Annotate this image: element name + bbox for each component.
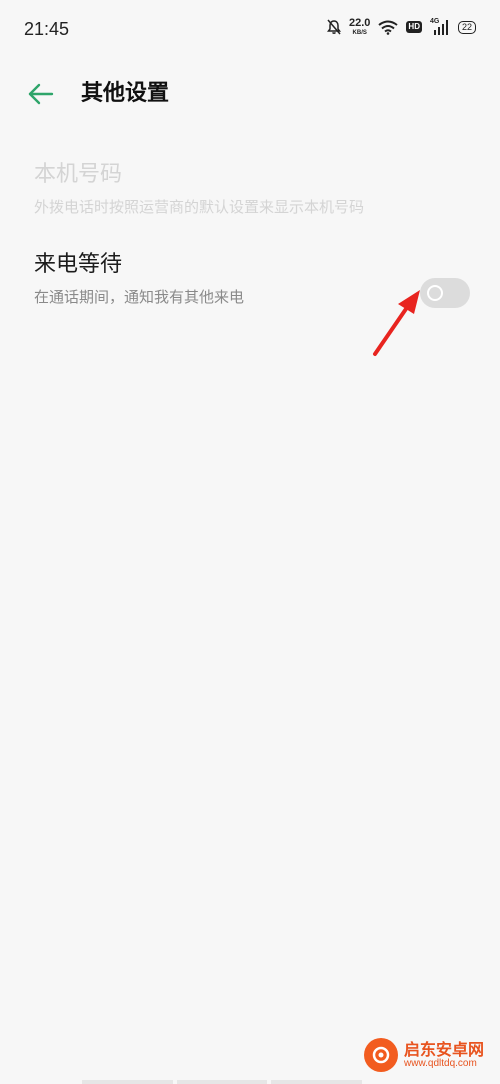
battery-icon: 22 <box>457 20 476 34</box>
arrow-left-icon <box>28 83 54 105</box>
status-bar: 21:45 22.0 KB/S HD 4G 22 <box>0 0 500 60</box>
signal-icon: 4G <box>429 18 450 35</box>
setting-item-call-waiting[interactable]: 来电等待 在通话期间，通知我有其他来电 <box>34 250 470 308</box>
header: 其他设置 <box>0 70 500 118</box>
network-speed-value: 22.0 <box>349 17 371 29</box>
bell-off-icon <box>327 19 341 35</box>
wifi-icon <box>378 20 399 35</box>
call-waiting-toggle[interactable] <box>420 278 470 308</box>
watermark-logo-icon <box>364 1038 398 1072</box>
hd-icon: HD <box>406 21 422 33</box>
network-speed-unit: KB/S <box>352 30 367 36</box>
setting-item-own-number: 本机号码 外拨电话时按照运营商的默认设置来显示本机号码 <box>34 160 470 218</box>
watermark-text: 启东安卓网 www.qdltdq.com <box>404 1041 484 1070</box>
toggle-knob <box>427 285 443 301</box>
setting-title: 本机号码 <box>34 162 123 187</box>
page-title: 其他设置 <box>81 81 170 106</box>
setting-description: 外拨电话时按照运营商的默认设置来显示本机号码 <box>34 198 365 216</box>
signal-label: 4G <box>429 18 440 25</box>
watermark-url: www.qdltdq.com <box>404 1058 477 1070</box>
status-time: 21:45 <box>24 19 70 39</box>
navigation-hint-bar <box>82 1080 363 1084</box>
battery-level: 22 <box>461 21 472 32</box>
watermark-name: 启东安卓网 <box>404 1039 485 1059</box>
setting-title: 来电等待 <box>34 252 123 277</box>
watermark: 启东安卓网 www.qdltdq.com <box>364 1032 492 1078</box>
back-button[interactable] <box>26 80 58 108</box>
status-icons: 22.0 KB/S HD 4G 22 <box>327 18 476 36</box>
network-speed: 22.0 KB/S <box>349 17 371 37</box>
setting-description: 在通话期间，通知我有其他来电 <box>34 288 245 306</box>
